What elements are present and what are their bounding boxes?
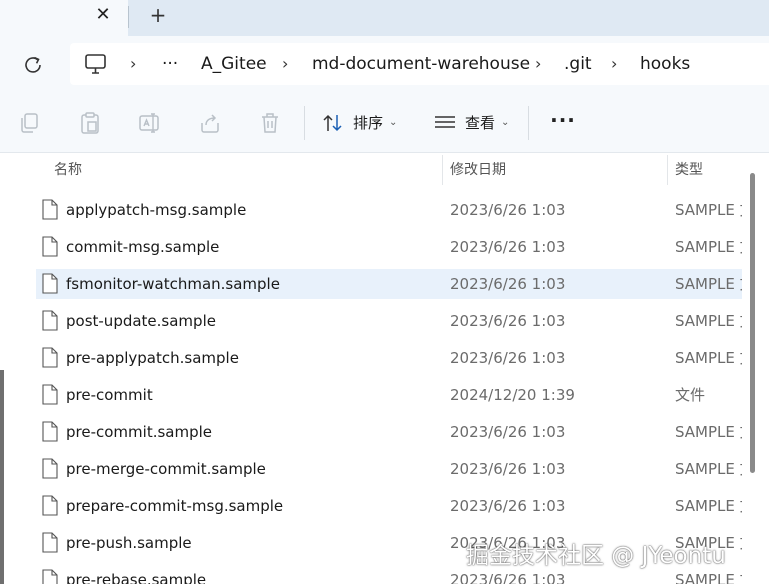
breadcrumb-ellipsis[interactable]: ··· bbox=[162, 43, 178, 85]
delete-icon[interactable] bbox=[258, 111, 282, 135]
file-type: SAMPLE 文件 bbox=[675, 312, 742, 330]
file-list: ^ 名称 修改日期 类型 applypatch-msg.sample 2023/6… bbox=[14, 153, 744, 584]
file-modified-date: 2023/6/26 1:03 bbox=[450, 497, 566, 515]
file-row[interactable]: pre-commit.sample 2023/6/26 1:03 SAMPLE 文件 bbox=[36, 417, 742, 447]
toolbar-divider bbox=[528, 106, 529, 140]
file-icon bbox=[42, 421, 58, 442]
file-row[interactable]: fsmonitor-watchman.sample 2023/6/26 1:03 S… bbox=[36, 269, 742, 299]
rename-icon[interactable] bbox=[138, 111, 162, 135]
file-name: pre-merge-commit.sample bbox=[66, 460, 266, 478]
chevron-down-icon: ⌄ bbox=[389, 117, 398, 128]
view-button[interactable]: 查看 ⌄ bbox=[434, 110, 514, 136]
file-icon bbox=[42, 569, 58, 584]
tab-current[interactable]: ✕ bbox=[0, 0, 128, 36]
refresh-icon[interactable] bbox=[20, 52, 46, 78]
file-type: SAMPLE 文件 bbox=[675, 460, 742, 478]
view-icon bbox=[435, 116, 455, 128]
breadcrumb[interactable]: › ··· A_Gitee › md-document-warehouse › … bbox=[70, 43, 769, 85]
file-row[interactable]: applypatch-msg.sample 2023/6/26 1:03 SAMPL… bbox=[36, 195, 742, 225]
file-icon bbox=[42, 458, 58, 479]
sort-button[interactable]: 排序 ⌄ bbox=[322, 110, 402, 136]
scrollbar-thumb[interactable] bbox=[750, 173, 755, 473]
left-panel-edge bbox=[0, 370, 4, 584]
file-name: applypatch-msg.sample bbox=[66, 201, 247, 219]
sort-icon bbox=[323, 114, 342, 132]
vertical-scrollbar[interactable] bbox=[748, 153, 757, 584]
watermark: 掘金技术社区 @ JYeontu bbox=[466, 543, 726, 569]
file-modified-date: 2023/6/26 1:03 bbox=[450, 201, 566, 219]
breadcrumb-separator: › bbox=[130, 54, 137, 73]
more-options-icon[interactable]: ··· bbox=[550, 110, 576, 136]
file-modified-date: 2023/6/26 1:03 bbox=[450, 460, 566, 478]
file-type: 文件 bbox=[675, 386, 706, 404]
file-icon bbox=[42, 236, 58, 257]
file-icon bbox=[42, 347, 58, 368]
file-type: SAMPLE 文件 bbox=[675, 275, 742, 293]
file-row[interactable]: commit-msg.sample 2023/6/26 1:03 SAMPLE 文件 bbox=[36, 232, 742, 262]
file-icon bbox=[42, 199, 58, 220]
share-icon[interactable] bbox=[198, 111, 222, 135]
command-bar: 排序 ⌄ 查看 ⌄ ··· bbox=[0, 92, 769, 153]
file-modified-date: 2023/6/26 1:03 bbox=[450, 423, 566, 441]
paste-icon[interactable] bbox=[78, 111, 102, 135]
breadcrumb-separator: › bbox=[282, 54, 289, 73]
copy-icon[interactable] bbox=[18, 111, 42, 135]
breadcrumb-item-a-gitee[interactable]: A_Gitee bbox=[201, 43, 267, 85]
column-divider[interactable] bbox=[442, 155, 443, 185]
file-icon bbox=[42, 273, 58, 294]
tab-divider bbox=[128, 6, 129, 28]
breadcrumb-separator: › bbox=[535, 54, 542, 73]
file-modified-date: 2023/6/26 1:03 bbox=[450, 238, 566, 256]
file-type: SAMPLE 文件 bbox=[675, 349, 742, 367]
column-header-name[interactable]: 名称 bbox=[54, 153, 434, 187]
file-name: pre-push.sample bbox=[66, 534, 192, 552]
file-icon bbox=[42, 532, 58, 553]
tab-strip: ✕ + bbox=[0, 0, 769, 36]
close-tab-icon[interactable]: ✕ bbox=[92, 4, 114, 26]
file-row[interactable]: post-update.sample 2023/6/26 1:03 SAMPLE 文… bbox=[36, 306, 742, 336]
file-icon bbox=[42, 310, 58, 331]
file-name: prepare-commit-msg.sample bbox=[66, 497, 284, 515]
file-modified-date: 2023/6/26 1:03 bbox=[450, 349, 566, 367]
breadcrumb-item-git[interactable]: .git bbox=[564, 43, 592, 85]
file-modified-date: 2024/12/20 1:39 bbox=[450, 386, 575, 404]
breadcrumb-item-hooks[interactable]: hooks bbox=[640, 43, 690, 85]
chevron-down-icon: ⌄ bbox=[501, 117, 510, 128]
file-row[interactable]: prepare-commit-msg.sample 2023/6/26 1:03 S… bbox=[36, 491, 742, 521]
file-name: pre-commit.sample bbox=[66, 423, 213, 441]
file-type: SAMPLE 文件 bbox=[675, 497, 742, 515]
breadcrumb-item-md-document-warehouse[interactable]: md-document-warehouse bbox=[312, 43, 530, 85]
file-name: fsmonitor-watchman.sample bbox=[66, 275, 280, 293]
file-row[interactable]: pre-commit 2024/12/20 1:39 文件 bbox=[36, 380, 742, 410]
file-type: SAMPLE 文件 bbox=[675, 238, 742, 256]
column-header-type[interactable]: 类型 bbox=[675, 153, 735, 187]
file-modified-date: 2023/6/26 1:03 bbox=[450, 312, 566, 330]
file-name: post-update.sample bbox=[66, 312, 216, 330]
file-name: pre-applypatch.sample bbox=[66, 349, 239, 367]
file-name: pre-rebase.sample bbox=[66, 571, 207, 584]
file-modified-date: 2023/6/26 1:03 bbox=[450, 275, 566, 293]
file-name: pre-commit bbox=[66, 386, 153, 404]
address-bar: › ··· A_Gitee › md-document-warehouse › … bbox=[0, 36, 769, 92]
new-tab-icon[interactable]: + bbox=[146, 3, 170, 27]
column-divider[interactable] bbox=[667, 155, 668, 185]
this-pc-icon[interactable] bbox=[84, 53, 108, 75]
breadcrumb-separator: › bbox=[611, 54, 618, 73]
file-icon bbox=[42, 384, 58, 405]
column-header-date[interactable]: 修改日期 bbox=[450, 153, 660, 187]
file-icon bbox=[42, 495, 58, 516]
file-row[interactable]: pre-applypatch.sample 2023/6/26 1:03 SAMPL… bbox=[36, 343, 742, 373]
file-row[interactable]: pre-merge-commit.sample 2023/6/26 1:03 SAM… bbox=[36, 454, 742, 484]
column-header-row: ^ 名称 修改日期 类型 bbox=[14, 153, 744, 187]
sort-label: 排序 bbox=[353, 114, 384, 132]
toolbar-divider bbox=[304, 106, 305, 140]
file-type: SAMPLE 文件 bbox=[675, 423, 742, 441]
file-type: SAMPLE 文件 bbox=[675, 201, 742, 219]
view-label: 查看 bbox=[465, 114, 496, 132]
file-name: commit-msg.sample bbox=[66, 238, 220, 256]
